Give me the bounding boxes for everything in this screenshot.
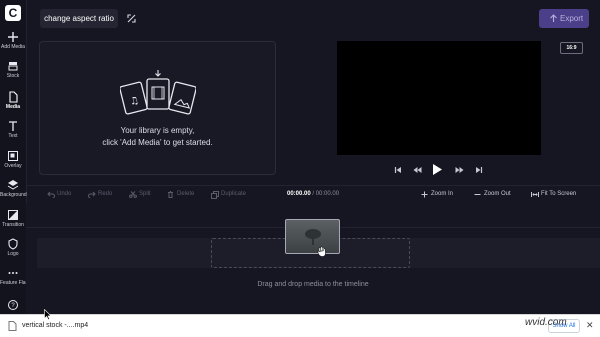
aspect-ratio-badge[interactable]: 16:9 [560,42,583,54]
undo-label: Undo [57,191,72,197]
close-download-bar-icon[interactable]: ✕ [586,321,594,330]
empty-library-message-line1: Your library is empty, [120,126,195,135]
duplicate-label: Duplicate [221,191,247,197]
app-logo[interactable]: C [5,5,21,21]
sidebar-item-text[interactable]: Text [0,120,26,139]
svg-text:?: ? [11,303,15,309]
sidebar-item-label: Media [5,104,21,110]
sidebar-item-transition[interactable]: Transition [0,209,26,228]
undo-icon [47,191,55,198]
dragged-media-clip[interactable] [285,219,340,254]
media-library-panel: ♫ Your library is empty, click 'Add Medi… [39,41,276,175]
sidebar-item-logo[interactable]: Logo [0,238,26,257]
empty-library-illustration: ♫ [120,70,196,115]
skip-forward-icon[interactable] [475,166,483,174]
sidebar-item-label: Text [8,133,18,139]
rewind-icon[interactable] [413,166,422,174]
timeline-area[interactable]: Drag and drop media to the timeline [26,203,600,314]
duplicate-icon [211,191,219,199]
sidebar-item-stock[interactable]: Stock [0,60,26,79]
aspect-ratio-icon[interactable] [126,13,137,24]
sidebar-item-label: Background [0,192,27,198]
zoom-out-label: Zoom Out [484,191,511,197]
fit-to-screen-label: Fit To Screen [541,191,577,197]
export-label: Export [560,14,584,23]
stock-icon [8,62,18,71]
timeline-drag-hint: Drag and drop media to the timeline [257,281,369,288]
sidebar-item-label: Stock [6,73,20,79]
sidebar-item-label: Feature Flags [0,280,31,286]
timeline-toolbar: Undo Redo Split Delete Duplicate 00:00.0… [26,185,600,204]
trash-icon [168,191,173,198]
zoom-in-label: Zoom In [431,191,454,197]
file-icon [8,321,17,331]
text-icon [9,121,17,131]
total-time: 00:00.00 [315,191,340,197]
timecode: 00:00.00 / 00:00.00 [287,186,339,203]
delete-label: Delete [177,191,195,197]
mouse-pointer-icon [44,309,51,320]
sidebar: C Add Media Stock Media Text Overlay Bac… [0,0,31,314]
export-icon [550,14,557,22]
tree-thumbnail [305,229,321,245]
grab-hand-cursor-icon [317,246,326,257]
fast-forward-icon[interactable] [455,166,464,174]
sidebar-item-label: Transition [2,222,24,228]
media-file-icon [9,91,18,103]
more-dots-icon [8,272,18,274]
sidebar-item-overlay[interactable]: Overlay [0,150,26,169]
video-preview[interactable] [337,41,541,155]
sidebar-item-label: Logo [7,251,19,257]
sidebar-item-feature-flags[interactable]: Feature Flags [0,267,31,286]
skip-back-icon[interactable] [394,166,402,174]
export-button[interactable]: Export [539,9,589,28]
plus-icon [421,191,428,198]
help-icon: ? [8,300,18,310]
download-file-name: vertical stock -....mp4 [22,322,89,329]
sidebar-item-label: Add Media [1,44,25,50]
sidebar-item-media[interactable]: Media [0,91,26,110]
logo-shield-icon [8,238,18,250]
background-layers-icon [7,180,19,190]
help-button[interactable]: ? [0,299,26,311]
scissors-icon [129,191,137,198]
minus-icon [474,194,481,195]
svg-text:♫: ♫ [129,95,140,108]
split-label: Split [139,191,151,197]
redo-icon [88,191,96,198]
empty-library-message-line2: click 'Add Media' to get started. [102,138,213,147]
project-title-field[interactable]: change aspect ratio [40,9,118,28]
download-bar: vertical stock -....mp4 Show All ✕ [0,314,600,337]
sidebar-item-add-media[interactable]: Add Media [0,31,26,50]
transition-icon [8,210,18,220]
watermark: wvid.com [525,317,567,328]
time-separator: / [312,191,315,197]
overlay-icon [8,151,18,161]
sidebar-item-label: Overlay [4,163,22,169]
plus-icon [8,32,18,42]
redo-label: Redo [98,191,113,197]
play-icon[interactable] [432,163,443,176]
sidebar-item-background[interactable]: Background [0,179,27,198]
fit-screen-icon [531,192,539,197]
current-time: 00:00.00 [287,191,311,197]
